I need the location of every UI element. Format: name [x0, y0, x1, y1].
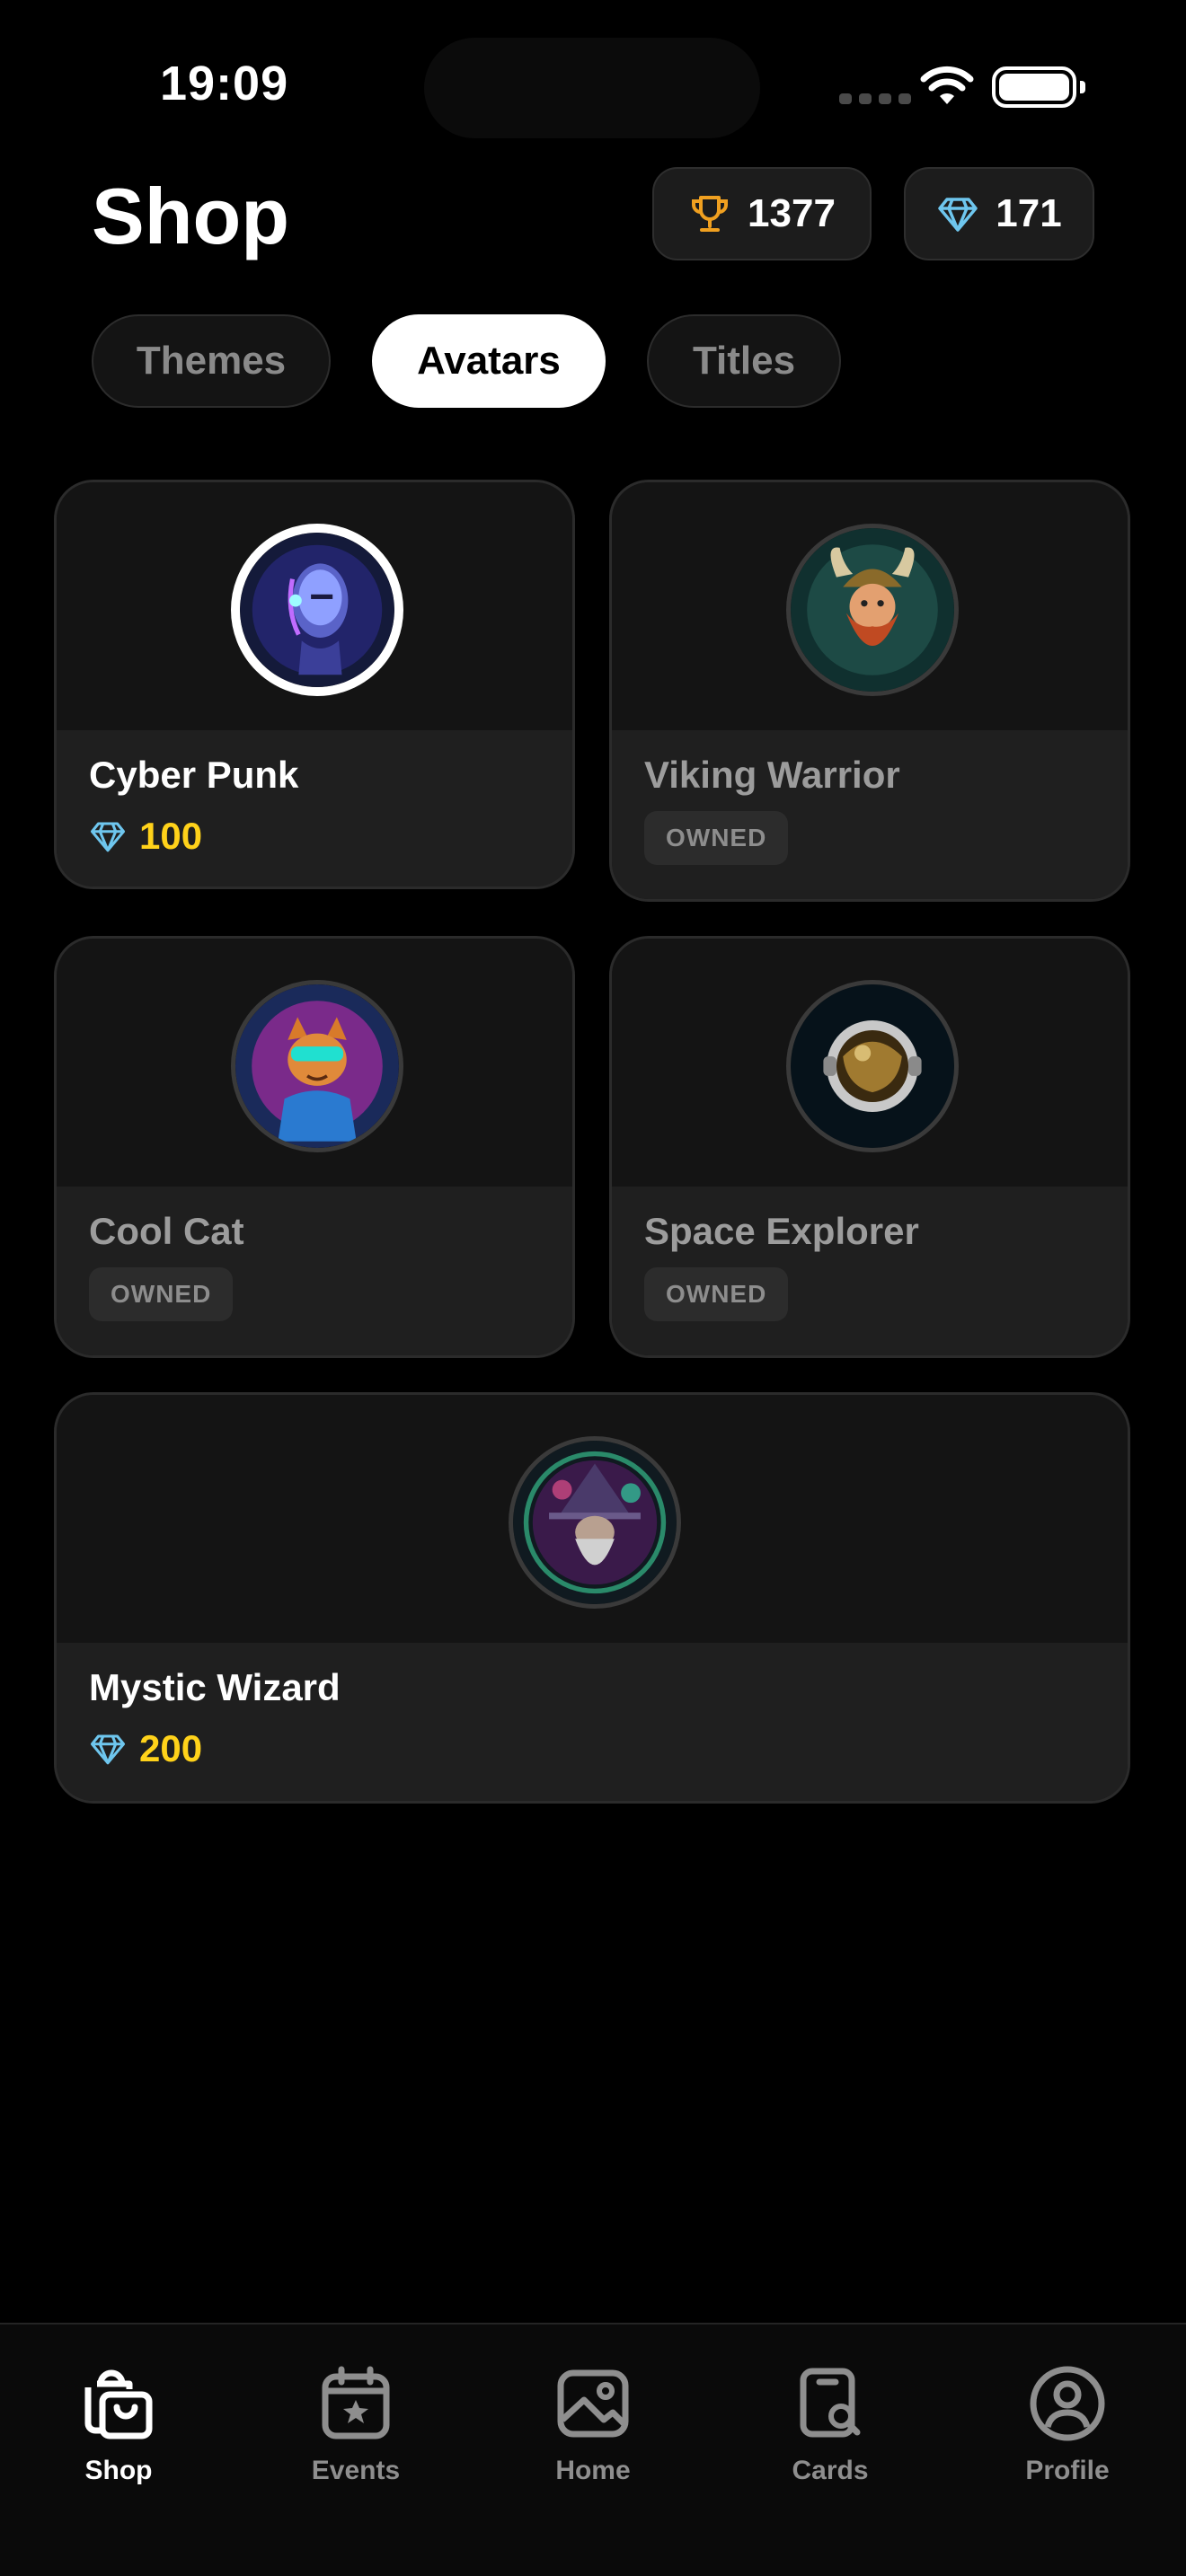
trophy-count: 1377: [748, 191, 836, 235]
tab-avatars[interactable]: Avatars: [372, 314, 606, 408]
owned-badge: OWNED: [89, 1267, 234, 1321]
gem-icon: [90, 1734, 126, 1765]
price-value: 200: [139, 1727, 203, 1769]
nav-label: Shop: [84, 2456, 153, 2485]
item-name: Viking Warrior: [644, 754, 900, 796]
wifi-icon: [920, 66, 974, 104]
tab-titles[interactable]: Titles: [647, 314, 841, 408]
gem-icon: [90, 822, 126, 852]
item-price: 100: [89, 815, 202, 858]
trophy-count-badge[interactable]: 1377: [652, 167, 872, 260]
calendar-star-icon: [322, 2366, 390, 2439]
image-icon: [557, 2369, 629, 2438]
tab-themes[interactable]: Themes: [92, 314, 331, 408]
page-title: Shop: [92, 172, 289, 260]
item-name: Mystic Wizard: [89, 1666, 341, 1708]
nav-label: Profile: [1025, 2456, 1110, 2485]
space-explorer-avatar: [786, 980, 959, 1152]
trophy-icon: [692, 196, 729, 232]
nav-profile[interactable]: Profile: [978, 2360, 1157, 2486]
shopping-bag-icon: [84, 2369, 153, 2439]
gem-count-badge[interactable]: 171: [904, 167, 1094, 260]
gem-icon: [938, 198, 978, 232]
nav-home[interactable]: Home: [503, 2360, 683, 2486]
cool-cat-avatar: [231, 980, 403, 1152]
item-name: Cyber Punk: [89, 754, 299, 796]
avatar-card-mystic-wizard[interactable]: Mystic Wizard 200: [54, 1392, 1130, 1804]
nav-label: Home: [555, 2456, 631, 2485]
status-time: 19:09: [160, 57, 289, 110]
nav-cards[interactable]: Cards: [740, 2360, 920, 2486]
avatar-card-cool-cat[interactable]: Cool Cat OWNED: [54, 936, 575, 1358]
nav-label: Cards: [792, 2456, 869, 2485]
bottom-tab-bar: Shop Events Home Cards Profile: [0, 2323, 1186, 2576]
avatar-card-viking-warrior[interactable]: Viking Warrior OWNED: [609, 480, 1130, 902]
avatar-card-cyber-punk[interactable]: Cyber Punk 100: [54, 480, 575, 889]
gem-count: 171: [996, 191, 1062, 235]
profile-icon: [1030, 2366, 1105, 2441]
battery-icon: [992, 66, 1085, 108]
viking-warrior-avatar: [786, 524, 959, 696]
dynamic-island: [424, 38, 760, 138]
shop-screen: 19:09 Shop 1377 171 Themes Avatars Title…: [0, 0, 1186, 2576]
cyber-punk-avatar: [231, 524, 403, 696]
avatar-card-space-explorer[interactable]: Space Explorer OWNED: [609, 936, 1130, 1358]
owned-badge: OWNED: [644, 1267, 789, 1321]
mystic-wizard-avatar: [509, 1436, 681, 1609]
nav-label: Events: [311, 2456, 401, 2485]
item-price: 200: [89, 1727, 202, 1770]
item-name: Cool Cat: [89, 1210, 244, 1252]
card-search-icon: [800, 2368, 861, 2438]
nav-shop[interactable]: Shop: [29, 2360, 208, 2486]
cellular-signal-icon: [839, 93, 911, 104]
price-value: 100: [139, 815, 203, 857]
owned-badge: OWNED: [644, 811, 789, 865]
nav-events[interactable]: Events: [266, 2360, 446, 2486]
item-name: Space Explorer: [644, 1210, 919, 1252]
